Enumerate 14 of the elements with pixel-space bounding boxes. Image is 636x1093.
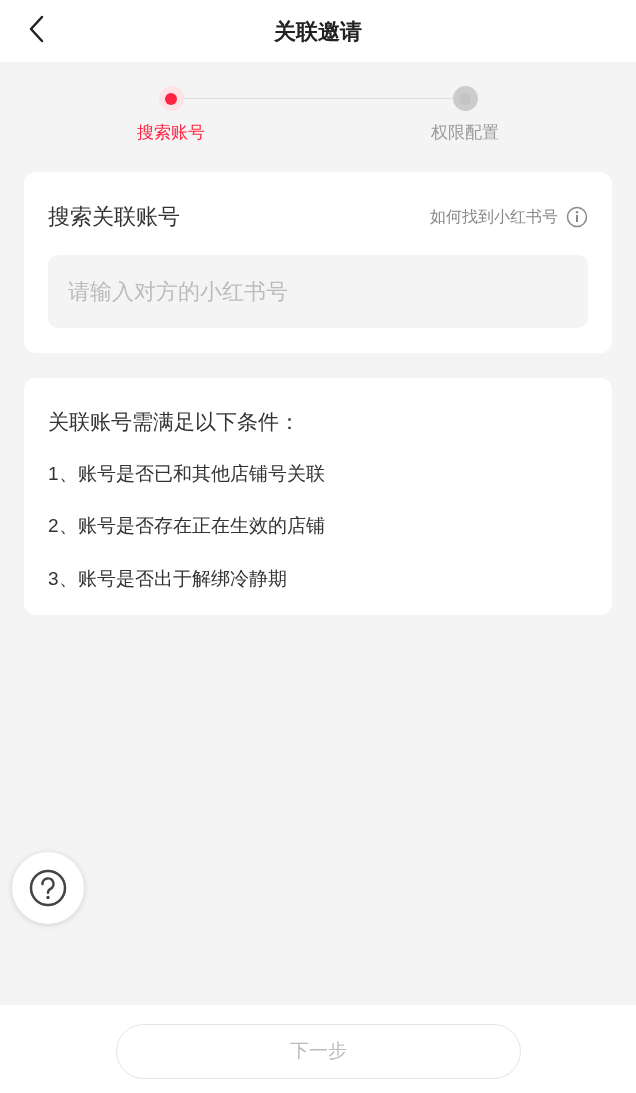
step-label: 权限配置 [431, 122, 499, 144]
info-icon [566, 205, 588, 228]
page-title: 关联邀请 [274, 17, 362, 46]
question-icon [29, 869, 67, 907]
conditions-title: 关联账号需满足以下条件： [48, 409, 301, 435]
help-float-button[interactable] [12, 852, 84, 924]
step-label: 搜索账号 [137, 122, 205, 144]
condition-item: 3、账号是否出于解绑冷静期 [48, 566, 288, 591]
account-input-field[interactable]: 请输入对方的小红书号 [48, 255, 588, 328]
help-link[interactable]: 如何找到小红书号 [430, 204, 588, 229]
back-icon [28, 15, 44, 43]
condition-item: 2、账号是否存在正在生效的店铺 [48, 514, 326, 538]
card-title: 搜索关联账号 [48, 203, 180, 231]
condition-item: 1、账号是否已和其他店铺号关联 [48, 461, 326, 486]
